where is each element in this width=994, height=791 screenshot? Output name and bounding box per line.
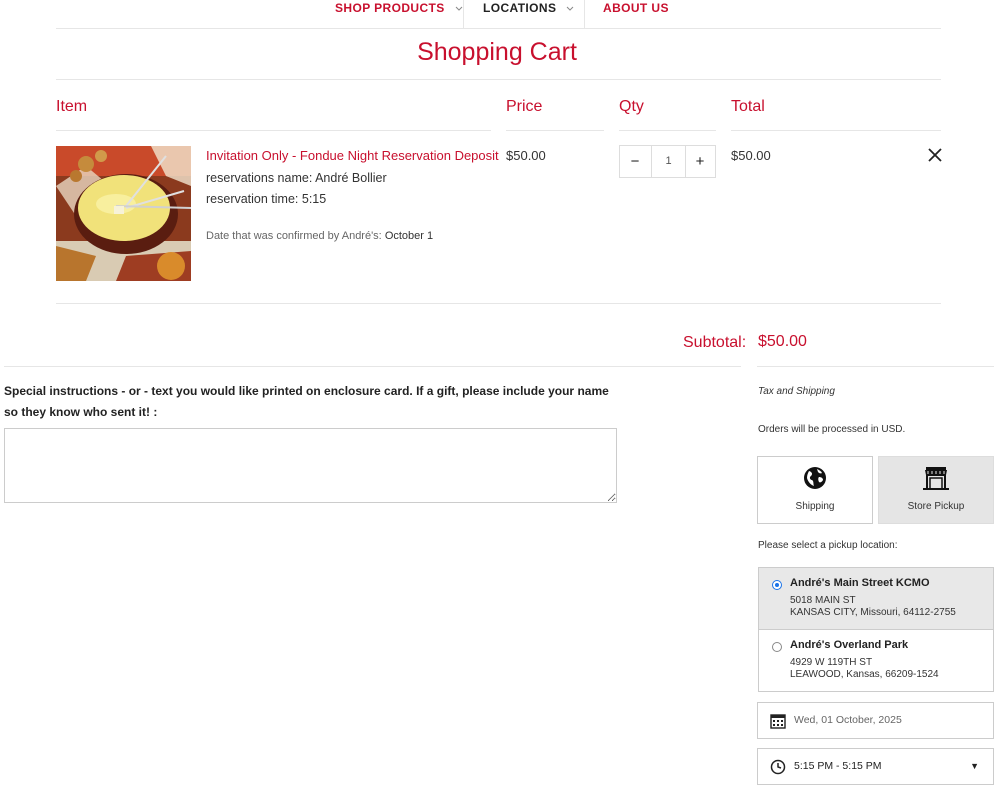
special-instructions-textarea[interactable]	[4, 428, 617, 503]
location-address-line2: LEAWOOD, Kansas, 66209-1524	[790, 669, 939, 680]
column-header-item: Item	[56, 98, 88, 115]
location-radio-selected[interactable]	[772, 580, 782, 590]
shipping-method-label: Shipping	[795, 501, 835, 512]
product-line-total: $50.00	[731, 148, 771, 163]
close-icon[interactable]	[926, 146, 944, 164]
product-note: Date that was confirmed by André's: Octo…	[206, 230, 433, 242]
pickup-location-option[interactable]: André's Overland Park 4929 W 119TH ST LE…	[759, 630, 993, 692]
nav-locations-label: LOCATIONS	[483, 1, 557, 15]
special-instructions-label: Special instructions - or - text you wou…	[4, 384, 609, 419]
header-underline	[56, 130, 491, 131]
nav-divider	[463, 0, 464, 28]
header-underline	[619, 130, 716, 131]
column-header-price: Price	[506, 98, 543, 115]
product-property-time: reservation time: 5:15	[206, 192, 327, 206]
pickup-date-value: Wed, 01 October, 2025	[794, 714, 902, 726]
nav-shop-products[interactable]: SHOP PRODUCTS	[335, 0, 465, 28]
nav-about-us-label: ABOUT US	[603, 1, 669, 15]
clock-icon	[770, 759, 786, 775]
chevron-down-icon	[567, 6, 574, 11]
page-title: Shopping Cart	[417, 38, 577, 66]
divider	[757, 366, 994, 367]
quantity-stepper: − 1 +	[619, 145, 716, 178]
pickup-time-select[interactable]: 5:15 PM - 5:15 PM ▼	[757, 748, 994, 785]
nav-divider	[584, 0, 585, 28]
nav-about-us[interactable]: ABOUT US	[603, 0, 669, 28]
pickup-location-option[interactable]: André's Main Street KCMO 5018 MAIN ST KA…	[759, 568, 993, 630]
divider	[56, 79, 941, 80]
header-underline	[506, 130, 604, 131]
shipping-method-button[interactable]: Shipping	[757, 456, 873, 524]
nav-locations[interactable]: LOCATIONS	[483, 0, 576, 28]
location-address-line1: 4929 W 119TH ST	[790, 657, 873, 668]
product-price: $50.00	[506, 148, 546, 163]
subtotal-label: Subtotal:	[683, 334, 747, 351]
pickup-date-field[interactable]: Wed, 01 October, 2025	[757, 702, 994, 739]
location-radio[interactable]	[772, 642, 782, 652]
pickup-location-list: André's Main Street KCMO 5018 MAIN ST KA…	[758, 567, 994, 692]
product-property-name: reservations name: André Bollier	[206, 171, 387, 185]
quantity-increase-button[interactable]: +	[685, 146, 715, 177]
divider	[56, 303, 941, 304]
store-pickup-method-label: Store Pickup	[907, 501, 965, 512]
quantity-decrease-button[interactable]: −	[620, 146, 650, 177]
store-icon	[923, 467, 949, 490]
store-pickup-method-button[interactable]: Store Pickup	[878, 456, 994, 524]
product-title-link[interactable]: Invitation Only - Fondue Night Reservati…	[206, 148, 499, 163]
nav-shop-products-label: SHOP PRODUCTS	[335, 1, 445, 15]
product-note-value: October 1	[384, 230, 434, 242]
quantity-input[interactable]: 1	[651, 146, 686, 177]
location-name: André's Overland Park	[790, 639, 909, 651]
product-note-label: Date that was confirmed by André's:	[206, 230, 382, 242]
top-navigation: SHOP PRODUCTS LOCATIONS ABOUT US	[56, 0, 941, 29]
tax-shipping-note: Tax and Shipping	[758, 386, 835, 397]
column-header-qty: Qty	[619, 98, 644, 115]
product-image[interactable]	[56, 146, 191, 281]
location-address-line2: KANSAS CITY, Missouri, 64112-2755	[790, 607, 956, 618]
header-underline	[731, 130, 941, 131]
subtotal-value: $50.00	[758, 333, 807, 350]
globe-icon	[804, 467, 826, 489]
calendar-icon	[770, 714, 786, 729]
caret-down-icon: ▼	[970, 761, 979, 771]
column-header-total: Total	[731, 98, 765, 115]
pickup-location-prompt: Please select a pickup location:	[758, 540, 898, 551]
location-name: André's Main Street KCMO	[790, 577, 930, 589]
divider	[4, 366, 741, 367]
currency-note: Orders will be processed in USD.	[758, 424, 906, 435]
fondue-photo	[56, 146, 191, 281]
location-address-line1: 5018 MAIN ST	[790, 595, 856, 606]
pickup-time-value: 5:15 PM - 5:15 PM	[794, 760, 882, 772]
